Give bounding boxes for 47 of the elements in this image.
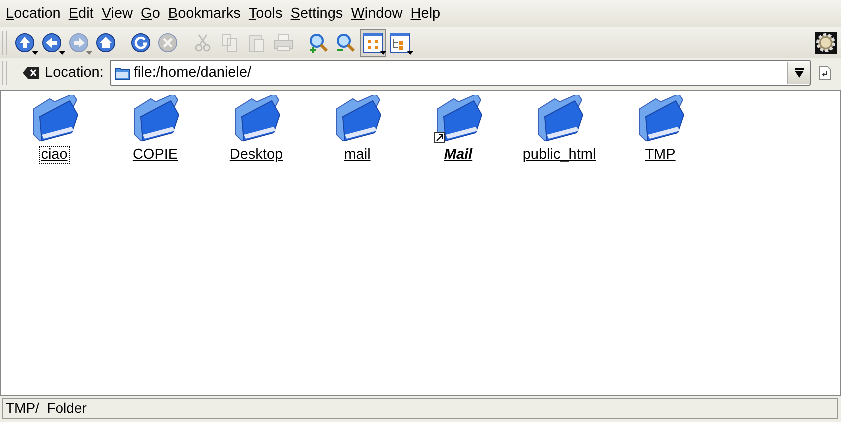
- file-name[interactable]: mail: [343, 147, 372, 163]
- printer-icon: [273, 32, 295, 54]
- dropdown-arrow-icon: [32, 50, 39, 54]
- file-name[interactable]: Mail: [443, 147, 474, 163]
- dropdown-arrow-icon: [59, 50, 66, 54]
- go-icon[interactable]: [817, 65, 833, 81]
- location-text: file:/home/daniele/: [134, 65, 253, 81]
- file-name[interactable]: COPIE: [132, 147, 180, 163]
- folder-icon: [114, 66, 130, 80]
- tree-view-icon: [389, 32, 411, 54]
- dropdown-button[interactable]: [787, 62, 810, 84]
- menu-item[interactable]: Go: [141, 6, 160, 22]
- dropdown-arrow-icon: [407, 50, 414, 54]
- menu-item[interactable]: Help: [410, 6, 441, 22]
- file-name[interactable]: TMP: [644, 147, 677, 163]
- menu-item[interactable]: Tools: [248, 6, 283, 22]
- file-name[interactable]: Desktop: [228, 147, 284, 163]
- icon-view-button[interactable]: [361, 30, 385, 56]
- location-field[interactable]: file:/home/daniele/: [110, 60, 811, 86]
- folder-icon[interactable]: [538, 95, 584, 142]
- menu-item[interactable]: Location: [6, 6, 61, 22]
- menu-item[interactable]: View: [102, 6, 134, 22]
- folder-icon[interactable]: [336, 95, 382, 142]
- reload-icon: [130, 32, 152, 54]
- menu-item[interactable]: Settings: [290, 6, 344, 22]
- folder-icon[interactable]: [33, 95, 78, 142]
- folder-icon[interactable]: [235, 95, 280, 142]
- gear-icon[interactable]: [815, 32, 837, 54]
- file-name[interactable]: ciao: [40, 147, 69, 163]
- location-label: Location:: [45, 65, 104, 81]
- dropdown-arrow-icon: [794, 68, 804, 78]
- icon-view-icon: [362, 32, 384, 54]
- stop-icon: [157, 32, 179, 54]
- menu-item[interactable]: Window: [351, 6, 403, 22]
- folder-icon[interactable]: [639, 95, 684, 142]
- menu-item[interactable]: Edit: [68, 6, 94, 22]
- folder-link-icon[interactable]: [434, 95, 482, 144]
- zoom-in-icon: [308, 32, 330, 54]
- home-icon: [95, 32, 117, 54]
- dropdown-arrow-icon: [86, 50, 93, 54]
- folder-icon[interactable]: [134, 95, 180, 142]
- clear-icon[interactable]: [23, 67, 39, 79]
- file-name[interactable]: public_html: [522, 147, 598, 163]
- menu-item[interactable]: Bookmarks: [168, 6, 241, 22]
- zoom-out-icon: [335, 32, 357, 54]
- dropdown-arrow-icon: [380, 50, 387, 54]
- status-bar: TMP/ Folder: [2, 398, 838, 419]
